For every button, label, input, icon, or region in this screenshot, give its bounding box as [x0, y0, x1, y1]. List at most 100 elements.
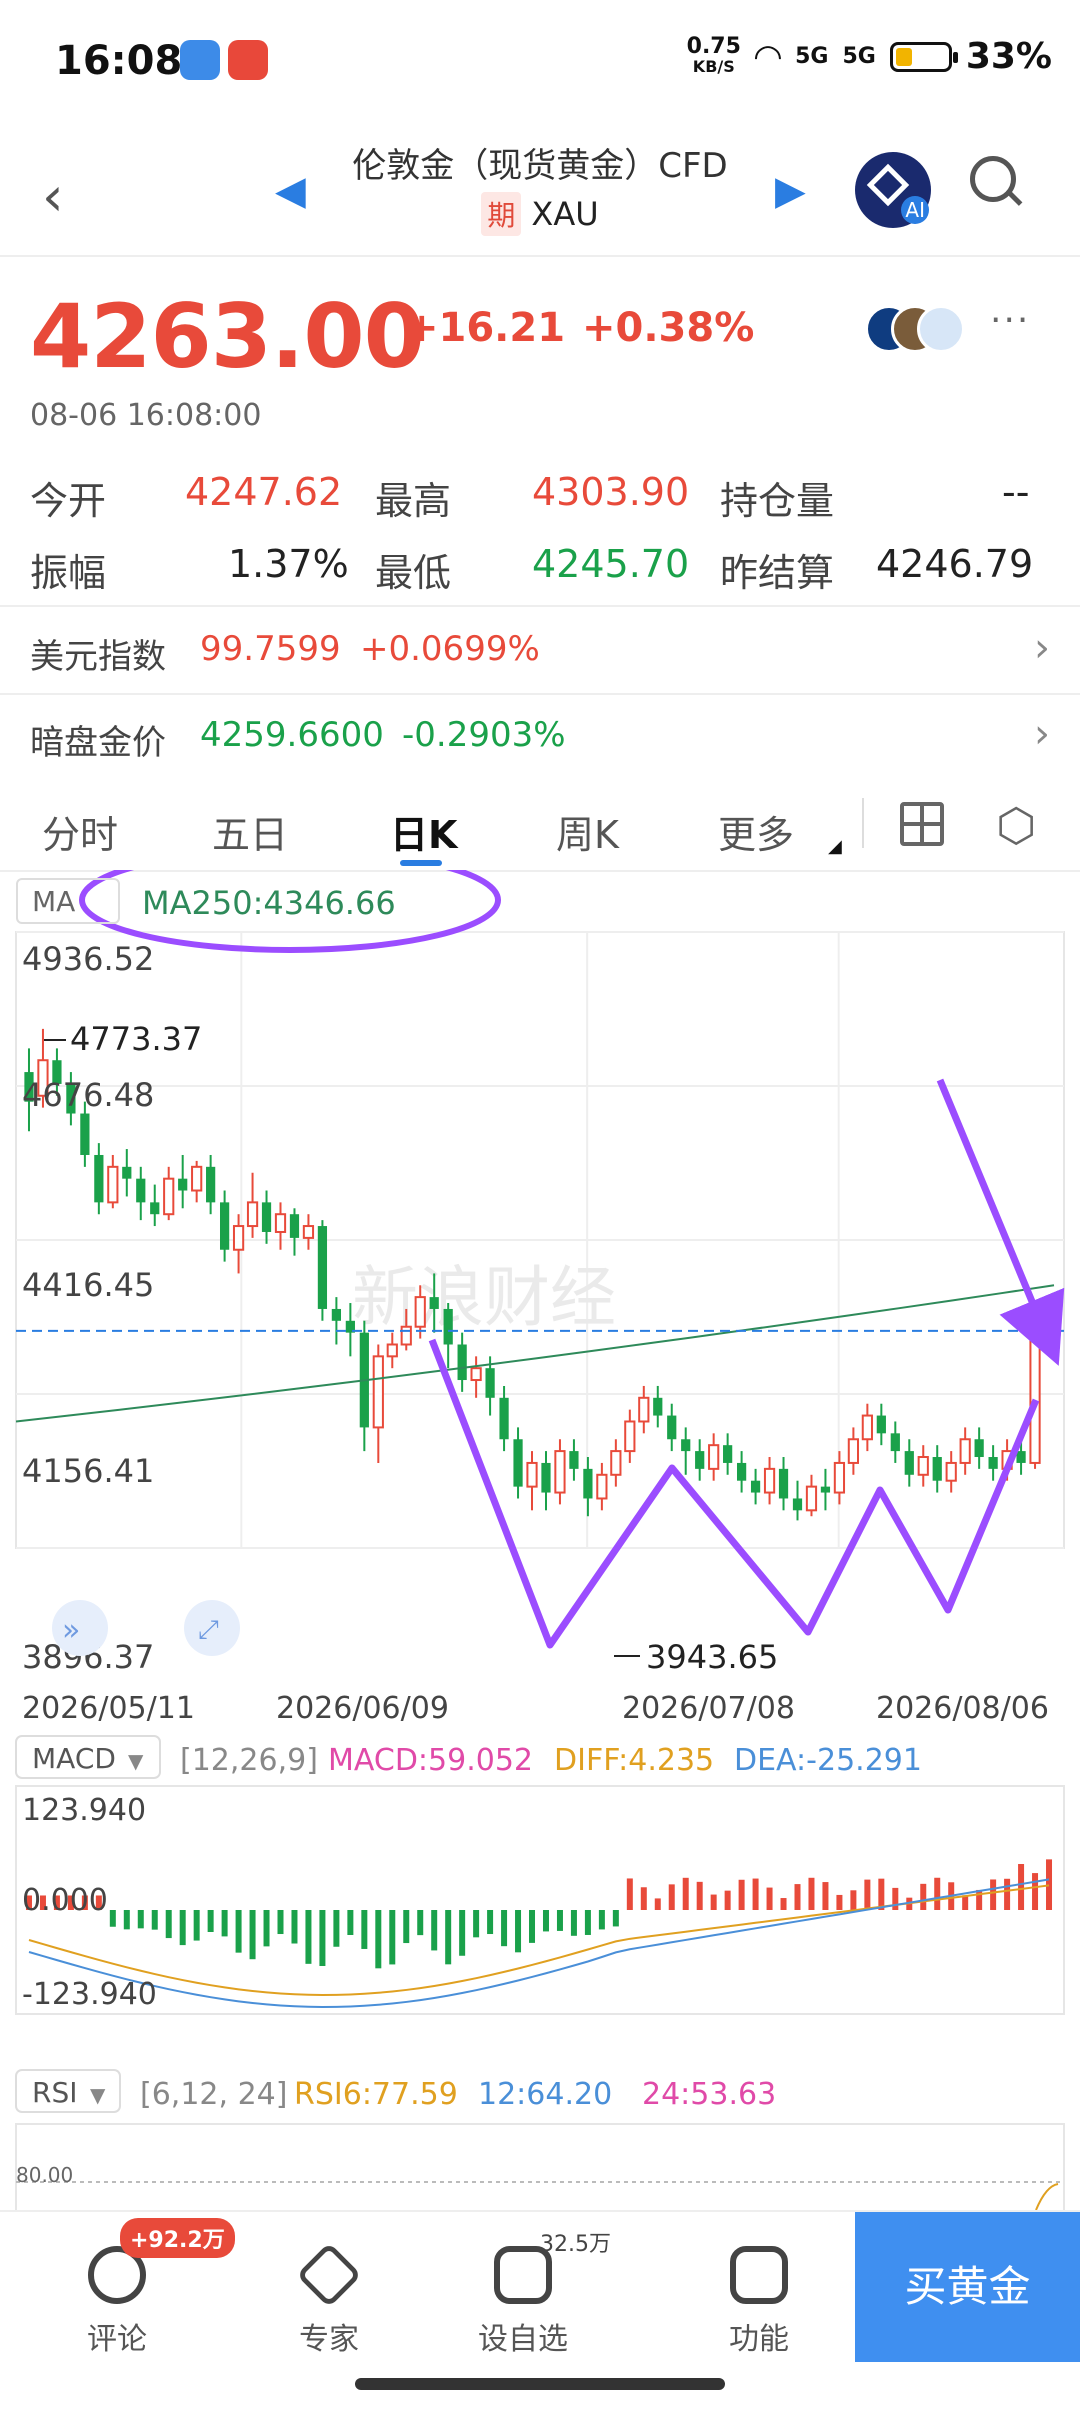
- candle-body: [206, 1166, 216, 1203]
- macd-bar: [962, 1895, 969, 1910]
- quote-timestamp: 08-06 16:08:00: [30, 398, 262, 433]
- macd-bar: [123, 1910, 130, 1930]
- macd-bar: [920, 1883, 927, 1910]
- x-tick: 2026/08/06: [876, 1691, 1049, 1726]
- tab-weekly-k[interactable]: 周K: [556, 804, 619, 859]
- menu-icon: [730, 2246, 788, 2304]
- macd-bar: [193, 1910, 200, 1941]
- ai-icon: [866, 163, 910, 207]
- symbol: XAU: [531, 195, 599, 233]
- prev-symbol-icon[interactable]: ◀: [275, 168, 306, 214]
- stat-label: 持仓量: [720, 479, 835, 523]
- macd-bar: [361, 1910, 368, 1949]
- status-right: 0.75 KB/S ◠ 5G 5G 33%: [686, 33, 1052, 77]
- candle-body: [959, 1438, 971, 1464]
- candle-body: [261, 1202, 272, 1232]
- candle-body: [988, 1457, 998, 1469]
- candle-body: [583, 1468, 593, 1499]
- macd-bar: [1018, 1864, 1025, 1910]
- settings-icon[interactable]: ⬡: [996, 802, 1036, 848]
- macd-bar: [836, 1894, 843, 1910]
- macd-bar: [864, 1879, 871, 1910]
- candle-body: [219, 1202, 230, 1250]
- macd-bar: [165, 1910, 172, 1939]
- candle-body: [386, 1343, 398, 1358]
- macd-bar: [1032, 1873, 1039, 1910]
- ai-assistant-button[interactable]: AI: [855, 152, 931, 228]
- low-label: 3943.65: [646, 1638, 778, 1676]
- macd-bar: [319, 1910, 326, 1966]
- candle-body: [429, 1297, 439, 1309]
- candle-body: [443, 1308, 453, 1345]
- macd-bar: [529, 1910, 536, 1943]
- chart-area[interactable]: 新浪财经 4936.52 4676.48 4416.45 4156.41 389…: [0, 870, 1080, 2210]
- candle-body: [667, 1415, 677, 1440]
- more-icon[interactable]: ···: [990, 300, 1030, 341]
- macd-bar: [277, 1910, 284, 1935]
- related-row-usd-index[interactable]: 美元指数 99.7599 +0.0699% ›: [0, 607, 1080, 693]
- stat-value: 1.37%: [228, 542, 349, 586]
- candle-body: [833, 1461, 846, 1494]
- macd-bar: [640, 1887, 647, 1910]
- social-avatars[interactable]: [865, 305, 965, 353]
- macd-bar: [738, 1879, 745, 1910]
- status-time: 16:08: [55, 38, 183, 84]
- x-tick: 2026/07/08: [622, 1691, 795, 1726]
- macd-bar: [542, 1910, 549, 1932]
- fullscreen-icon: ⤢: [198, 1615, 219, 1645]
- buy-gold-button[interactable]: 买黄金: [855, 2212, 1080, 2362]
- candle-body: [820, 1486, 831, 1493]
- macd-bar: [990, 1879, 997, 1910]
- next-symbol-icon[interactable]: ▶: [775, 168, 806, 214]
- related-value: 99.7599: [200, 629, 341, 669]
- tab-five-day[interactable]: 五日: [212, 804, 288, 859]
- nav-expert[interactable]: 专家: [254, 2232, 404, 2358]
- grid-icon[interactable]: [900, 802, 944, 846]
- chevron-down-icon: ▼: [90, 2083, 106, 2107]
- nav-comment-label: 评论: [87, 2322, 147, 2357]
- y-tick: 4936.52: [22, 940, 154, 978]
- macd-bar: [724, 1890, 731, 1910]
- macd-bar: [1004, 1878, 1011, 1910]
- wifi-icon: ◠: [754, 36, 782, 77]
- macd-histogram: [25, 1859, 1053, 1969]
- candle-body: [876, 1415, 886, 1434]
- macd-bar: [752, 1878, 759, 1910]
- stat-value: --: [1002, 470, 1030, 514]
- candle-body: [904, 1451, 914, 1475]
- chevron-down-icon: ▼: [128, 1749, 144, 1773]
- candle-body: [596, 1473, 608, 1500]
- weibo-icon: [917, 305, 965, 353]
- candle-body: [317, 1226, 328, 1309]
- rsi-y-top: 80.00: [16, 2163, 73, 2187]
- macd-bar: [626, 1878, 633, 1910]
- stat-value: 4245.70: [532, 542, 690, 586]
- chevron-right-icon: ›: [1034, 711, 1050, 757]
- expert-icon: [296, 2242, 362, 2308]
- candle-body: [400, 1325, 412, 1346]
- nav-function[interactable]: 功能: [684, 2232, 834, 2358]
- net-speed-value: 0.75: [686, 33, 741, 59]
- candle-body: [232, 1225, 245, 1251]
- tab-intraday[interactable]: 分时: [42, 804, 118, 859]
- macd-bar: [487, 1910, 494, 1935]
- candle-body: [150, 1202, 160, 1215]
- candle-body: [80, 1113, 90, 1155]
- ma-selector[interactable]: MA: [16, 878, 120, 924]
- search-icon[interactable]: [970, 156, 1016, 202]
- x-tick: 2026/05/11: [22, 1691, 195, 1726]
- net-speed: 0.75 KB/S: [686, 33, 741, 77]
- related-row-dark-gold[interactable]: 暗盘金价 4259.6600 -0.2903% ›: [0, 693, 1080, 779]
- macd-y-bottom: -123.940: [22, 1977, 157, 2012]
- macd-selector-label: MACD: [32, 1742, 116, 1775]
- candle-body: [695, 1451, 705, 1469]
- watch-count: 32.5万: [540, 2232, 611, 2257]
- stat-value: 4246.79: [876, 542, 1034, 586]
- macd-bar: [333, 1910, 340, 1947]
- macd-bar: [766, 1887, 773, 1910]
- tab-daily-k[interactable]: 日K: [390, 804, 457, 859]
- dea-value: DEA:-25.291: [734, 1743, 922, 1778]
- tab-more[interactable]: 更多: [718, 804, 794, 859]
- candle-body: [107, 1165, 119, 1204]
- macd-bar: [612, 1910, 619, 1927]
